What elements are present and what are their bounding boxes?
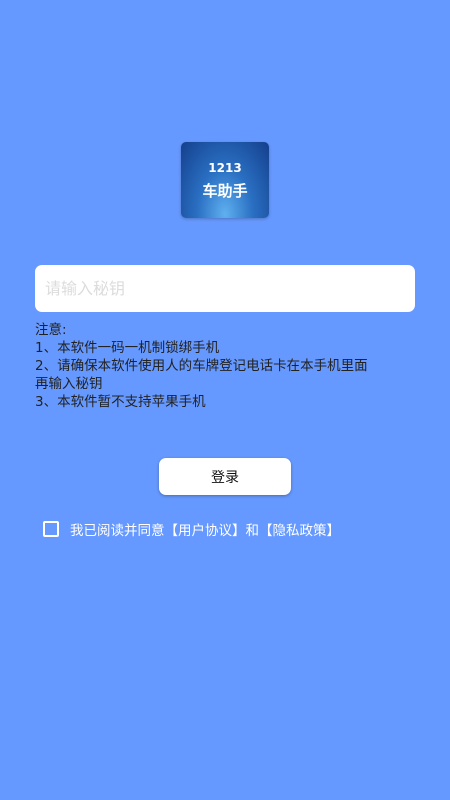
notice-item: 1、本软件一码一机制锁绑手机	[35, 340, 220, 356]
logo-app-name: 车助手	[202, 182, 248, 200]
notice-item: 再输入秘钥	[35, 376, 103, 392]
notice-item: 3、本软件暂不支持苹果手机	[35, 394, 206, 410]
notice-title: 注意:	[35, 322, 67, 338]
agreement-text[interactable]: 我已阅读并同意【用户协议】和【隐私政策】	[70, 519, 340, 539]
app-logo: 1213 车助手	[181, 142, 269, 218]
notice-block: 注意: 1、本软件一码一机制锁绑手机 2、请确保本软件使用人的车牌登记电话卡在本…	[35, 321, 420, 411]
logo-number: 1213	[208, 161, 242, 175]
notice-item: 2、请确保本软件使用人的车牌登记电话卡在本手机里面	[35, 358, 368, 374]
agreement-checkbox[interactable]	[43, 521, 59, 537]
login-button[interactable]: 登录	[159, 458, 291, 495]
secret-key-input[interactable]	[35, 265, 415, 312]
agreement-row: 我已阅读并同意【用户协议】和【隐私政策】	[43, 519, 340, 539]
